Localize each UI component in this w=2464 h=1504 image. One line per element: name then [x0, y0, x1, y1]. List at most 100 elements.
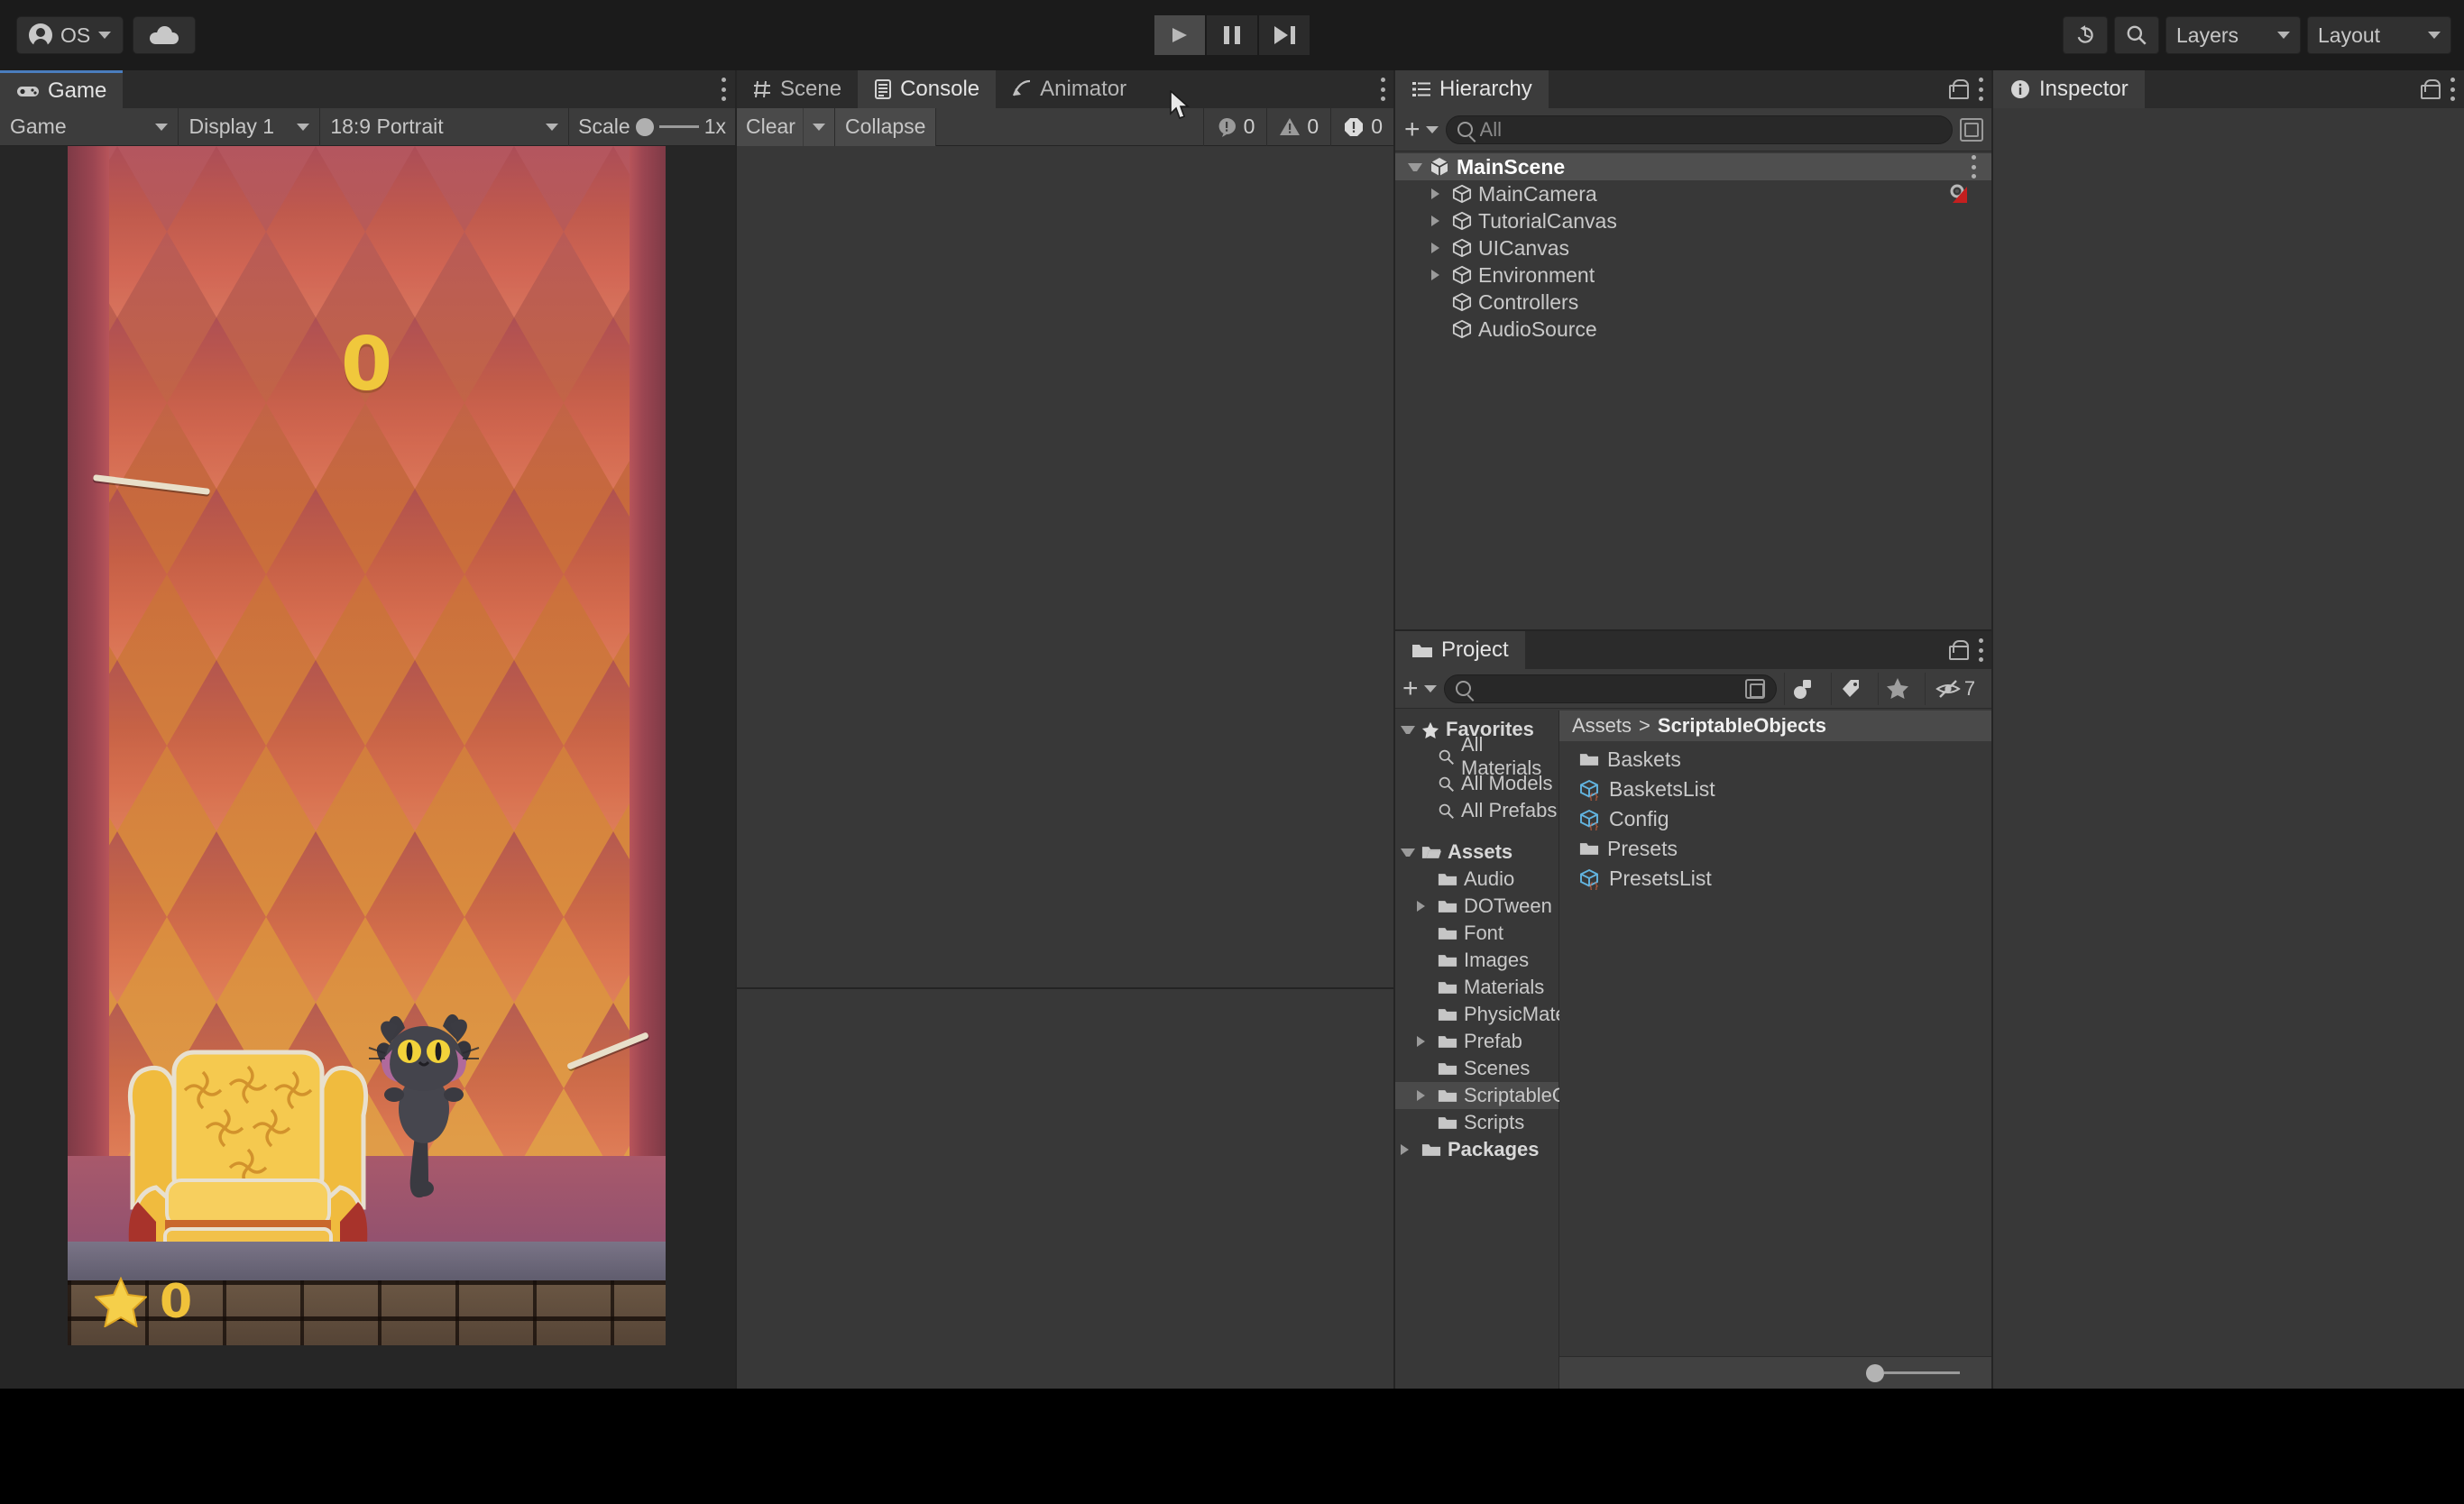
asset-type-filter-button[interactable]	[1783, 672, 1824, 705]
hierarchy-item-mainscene[interactable]: MainScene	[1395, 153, 1992, 180]
project-tree-item-assets[interactable]: Assets	[1395, 839, 1558, 866]
tab-inspector[interactable]: Inspector	[1993, 70, 2145, 108]
kebab-menu-icon[interactable]	[1971, 155, 1976, 179]
project-asset-presetslist[interactable]: {} PresetsList	[1559, 864, 1992, 894]
divider-game-console[interactable]	[735, 70, 737, 1389]
error-count-button[interactable]: 0	[1330, 107, 1394, 146]
project-asset-basketslist[interactable]: {} BasketsList	[1559, 775, 1992, 804]
project-tree-item-scripts[interactable]: Scripts	[1395, 1109, 1558, 1136]
collapse-button[interactable]: Collapse	[834, 107, 937, 146]
zoom-slider-track[interactable]	[1884, 1371, 1960, 1374]
clear-dropdown-button[interactable]	[802, 107, 835, 146]
hierarchy-add-button[interactable]: +	[1404, 115, 1439, 143]
tab-scene[interactable]: Scene	[736, 70, 859, 108]
layout-dropdown[interactable]: Layout	[2307, 16, 2451, 54]
warning-count-button[interactable]: 0	[1266, 107, 1330, 146]
undo-history-button[interactable]	[2063, 16, 2108, 54]
game-view-viewport[interactable]: 0 0	[0, 146, 735, 1389]
hierarchy-item-maincamera[interactable]: MainCamera	[1395, 180, 1992, 207]
hierarchy-item-tutorialcanvas[interactable]: TutorialCanvas	[1395, 207, 1992, 234]
slider-track[interactable]	[658, 125, 699, 128]
expand-arrow-open[interactable]	[1401, 725, 1415, 734]
zoom-slider-knob[interactable]	[1866, 1363, 1884, 1382]
project-contents-list[interactable]: Baskets {} BasketsList {} Config Presets {} Pre…	[1559, 741, 1992, 894]
project-tree-item-prefab[interactable]: Prefab	[1395, 1028, 1558, 1055]
popout-icon[interactable]	[1744, 678, 1765, 699]
project-tree-item-all-models[interactable]: All Models	[1395, 770, 1558, 797]
expand-arrow-closed[interactable]	[1431, 243, 1446, 253]
project-tree-item-images[interactable]: Images	[1395, 947, 1558, 974]
toolbar-search-button[interactable]	[2114, 16, 2159, 54]
expand-arrow-closed[interactable]	[1431, 188, 1446, 199]
project-tree-item-font[interactable]: Font	[1395, 920, 1558, 947]
project-search-input[interactable]	[1477, 676, 1738, 701]
project-add-button[interactable]: +	[1402, 674, 1437, 702]
clear-button[interactable]: Clear	[736, 107, 803, 146]
expand-arrow-closed[interactable]	[1431, 216, 1446, 226]
project-tree-item-scriptableobjects[interactable]: ScriptableObjects	[1395, 1082, 1619, 1109]
popout-icon[interactable]	[1960, 117, 1983, 142]
project-asset-presets[interactable]: Presets	[1559, 834, 1992, 864]
project-tree-item-all-materials[interactable]: All Materials	[1395, 733, 1558, 779]
project-tree-item-physicmaterials[interactable]: PhysicMaterials	[1395, 1001, 1603, 1028]
project-tree-item-materials[interactable]: Materials	[1395, 974, 1558, 1001]
divider-hierarchy-project[interactable]	[1395, 629, 1992, 631]
project-tree-item-packages[interactable]: Packages	[1395, 1136, 1558, 1163]
layers-dropdown[interactable]: Layers	[2165, 16, 2301, 54]
step-button[interactable]	[1258, 14, 1310, 56]
kebab-menu-icon[interactable]	[721, 78, 726, 101]
lock-icon[interactable]	[2421, 79, 2441, 99]
project-folder-tree[interactable]: Favorites All Materials All Models All Pref…	[1395, 711, 1619, 1389]
expand-arrow-closed[interactable]	[1417, 1090, 1431, 1101]
lock-icon[interactable]	[1949, 640, 1969, 660]
label-filter-button[interactable]	[1830, 672, 1871, 705]
tab-hierarchy[interactable]: Hierarchy	[1395, 70, 1549, 108]
hierarchy-item-controllers[interactable]: Controllers	[1395, 289, 1992, 316]
expand-arrow-open[interactable]	[1408, 162, 1422, 171]
expand-arrow-closed[interactable]	[1431, 270, 1446, 280]
expand-arrow-closed[interactable]	[1417, 1036, 1431, 1047]
console-detail-splitter[interactable]	[736, 987, 1394, 989]
kebab-menu-icon[interactable]	[1978, 638, 1983, 662]
pause-button[interactable]	[1206, 14, 1258, 56]
cloud-button[interactable]	[133, 16, 197, 54]
game-render-surface[interactable]: 0 0	[68, 146, 666, 1345]
expand-arrow-closed[interactable]	[1401, 1144, 1415, 1155]
console-message-list[interactable]	[736, 146, 1394, 1389]
breadcrumb-root[interactable]: Assets	[1572, 714, 1632, 738]
project-asset-baskets[interactable]: Baskets	[1559, 745, 1992, 775]
expand-arrow-open[interactable]	[1401, 848, 1415, 857]
hidden-packages-button[interactable]: 7	[1924, 672, 1985, 705]
tab-project[interactable]: Project	[1395, 631, 1525, 669]
slider-knob[interactable]	[635, 117, 654, 136]
hierarchy-tree[interactable]: MainScene MainCamera TutorialCanvas UICanva…	[1395, 151, 1992, 343]
project-tree-item-all-prefabs[interactable]: All Prefabs	[1395, 797, 1558, 824]
project-tree-item-audio[interactable]: Audio	[1395, 866, 1558, 893]
play-button[interactable]	[1154, 14, 1206, 56]
tab-game[interactable]: Game	[0, 70, 124, 108]
project-asset-config[interactable]: {} Config	[1559, 804, 1992, 834]
divider-hierarchy-inspector[interactable]	[1991, 70, 1993, 1389]
expand-arrow-closed[interactable]	[1417, 901, 1431, 912]
project-contents-pane[interactable]: Assets > ScriptableObjects Baskets {} Bask…	[1559, 711, 1992, 1389]
display-dropdown[interactable]: Display 1	[179, 107, 321, 146]
kebab-menu-icon[interactable]	[2450, 78, 2455, 101]
hierarchy-search-input[interactable]	[1479, 117, 1941, 142]
divider-console-hierarchy[interactable]	[1393, 70, 1395, 1389]
hierarchy-search-box[interactable]	[1445, 115, 1953, 144]
account-button[interactable]: OS	[16, 16, 124, 54]
kebab-menu-icon[interactable]	[1380, 78, 1385, 101]
tab-animator[interactable]: Animator	[996, 70, 1144, 108]
hierarchy-item-uicanvas[interactable]: UICanvas	[1395, 234, 1992, 261]
scale-slider[interactable]: Scale 1x	[569, 108, 735, 146]
favorite-filter-button[interactable]	[1877, 672, 1917, 705]
hierarchy-item-environment[interactable]: Environment	[1395, 261, 1992, 289]
hierarchy-item-audiosource[interactable]: AudioSource	[1395, 316, 1992, 343]
inspector-content[interactable]	[1993, 108, 2464, 1389]
project-search-box[interactable]	[1443, 674, 1777, 703]
game-mode-dropdown[interactable]: Game	[0, 107, 179, 146]
tab-console[interactable]: Console	[858, 70, 997, 108]
project-tree-item-scenes[interactable]: Scenes	[1395, 1055, 1558, 1082]
lock-icon[interactable]	[1949, 79, 1969, 99]
aspect-dropdown[interactable]: 18:9 Portrait	[320, 107, 570, 146]
